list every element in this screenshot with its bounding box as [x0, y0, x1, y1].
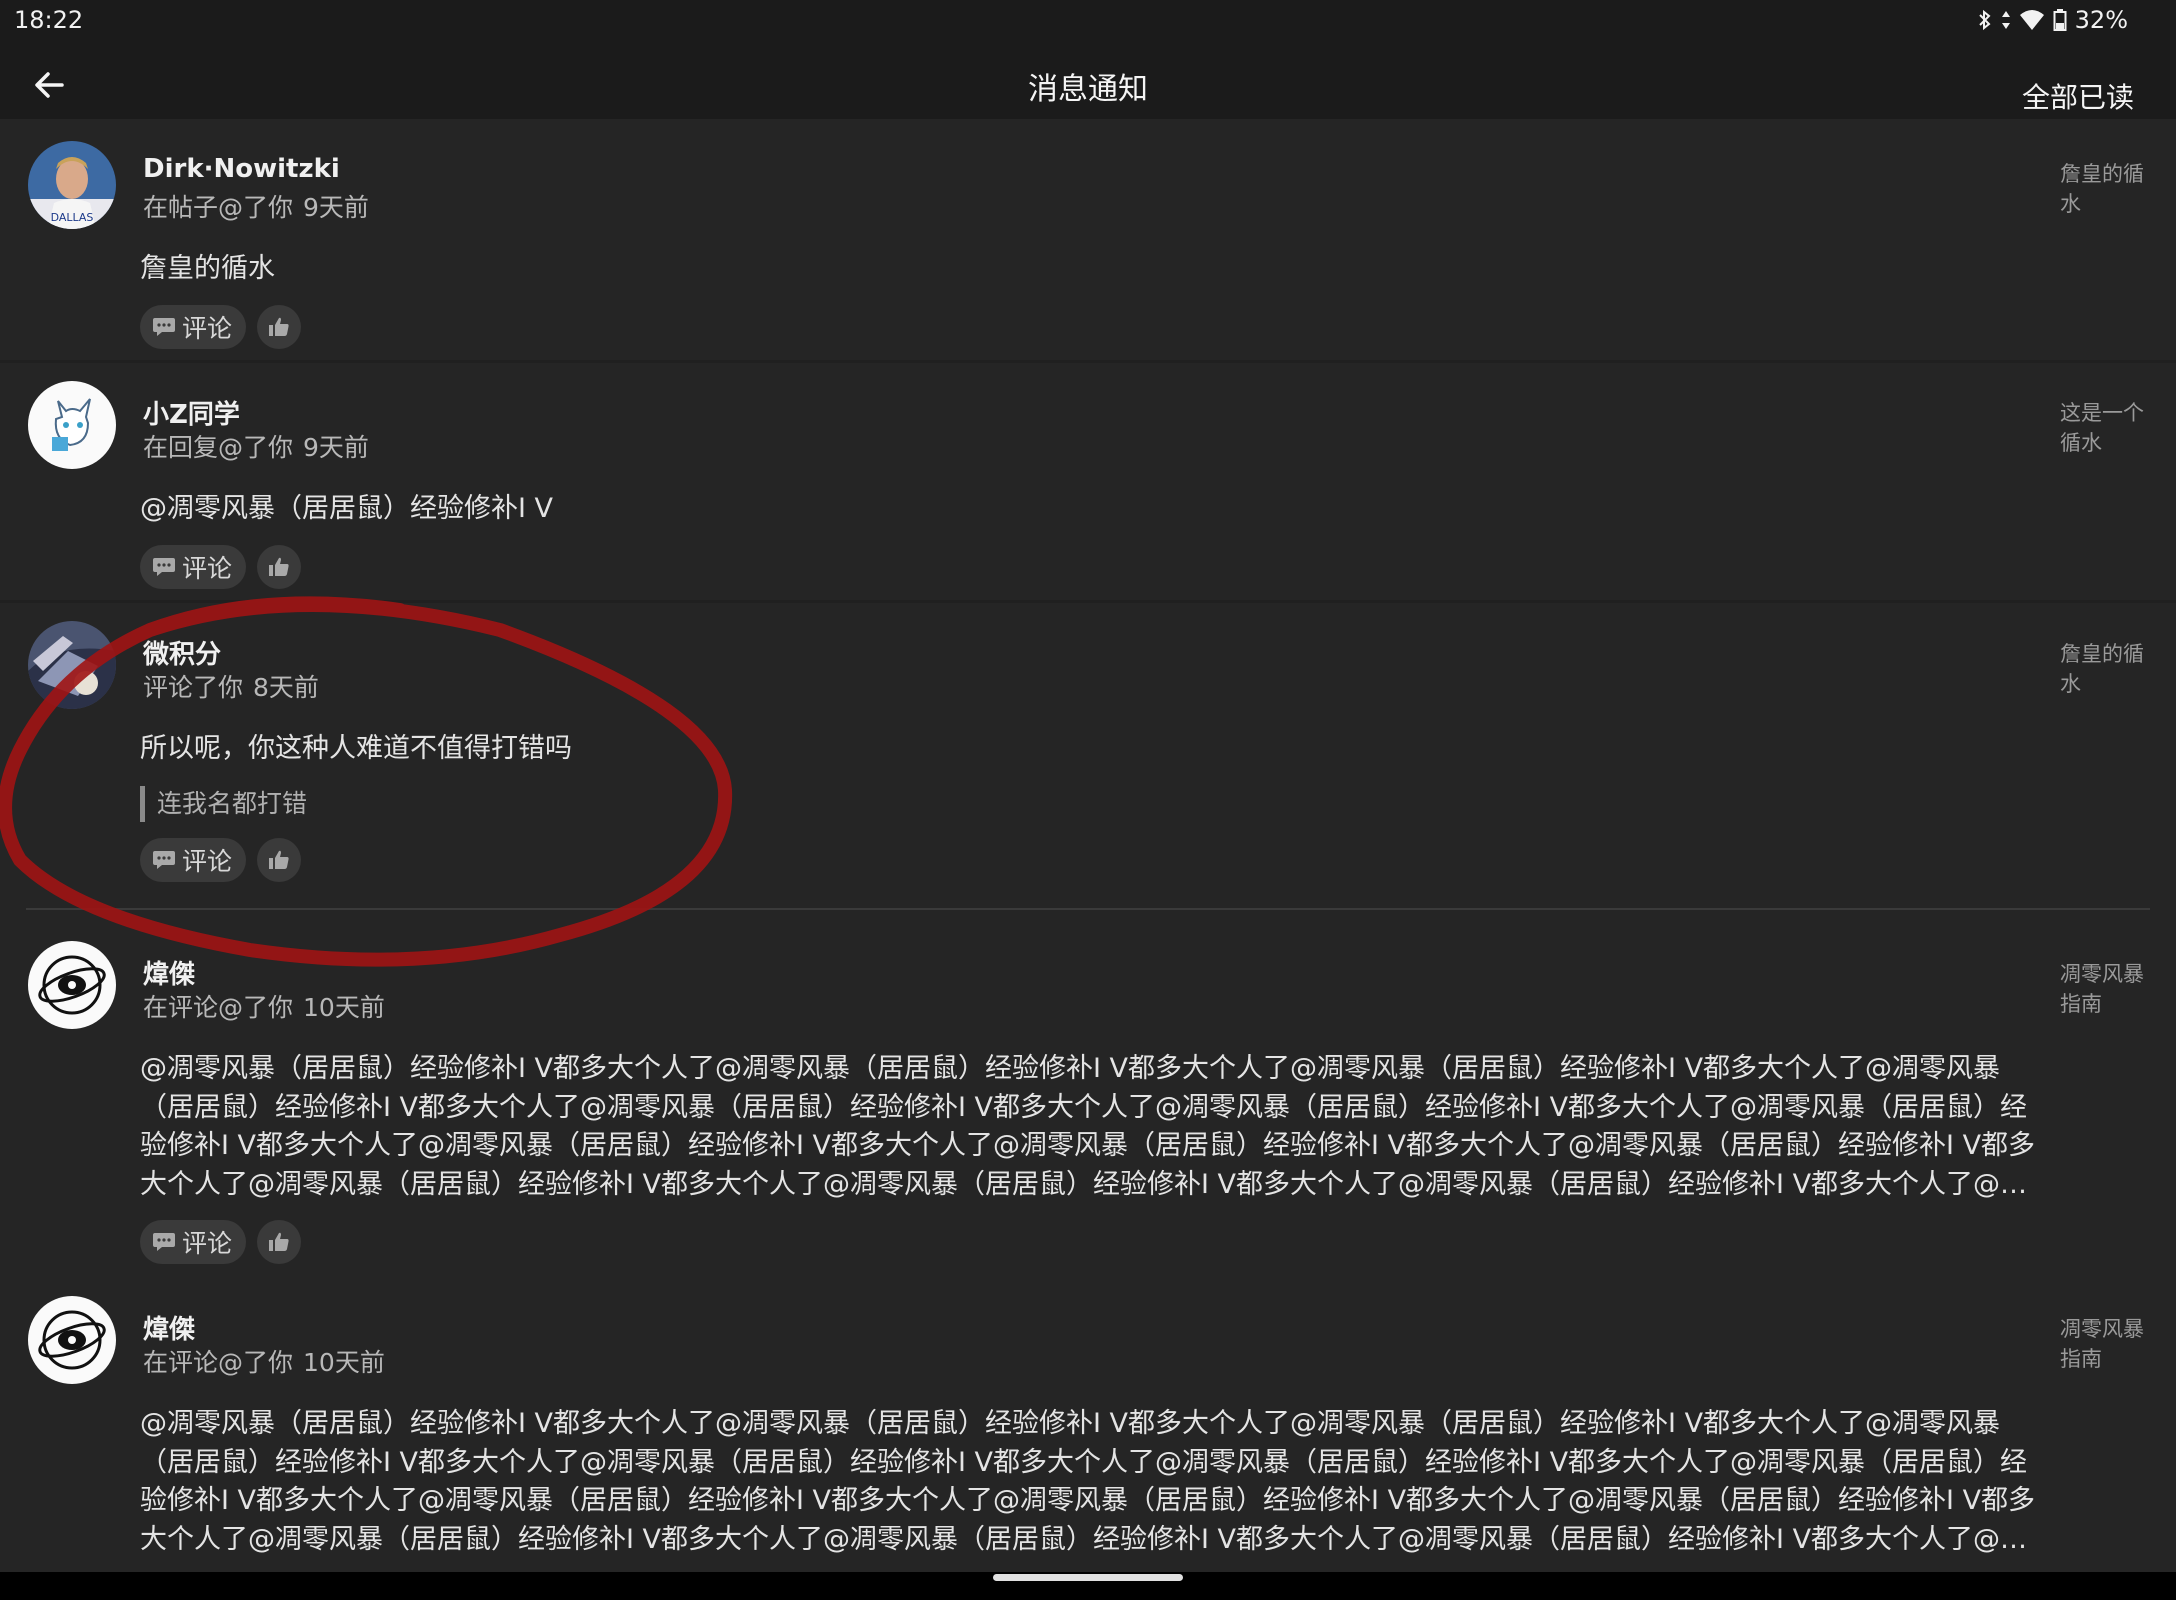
- comment-icon: [153, 558, 175, 576]
- mark-all-read-button[interactable]: 全部已读: [2022, 76, 2134, 116]
- notification-content: @凋零风暴（居居鼠）经验修补I V都多大个人了@凋零风暴（居居鼠）经验修补I V…: [140, 1053, 2036, 1200]
- avatar[interactable]: [28, 621, 116, 709]
- avatar[interactable]: [28, 941, 116, 1029]
- comment-label: 评论: [182, 1229, 233, 1258]
- username[interactable]: 微积分: [143, 634, 221, 671]
- action-text: 评论了你: [143, 673, 244, 702]
- like-button[interactable]: [257, 545, 301, 589]
- time-ago: 10天前: [303, 993, 385, 1022]
- status-time: 18:22: [14, 6, 84, 34]
- action-text: 在评论@了你: [143, 1348, 294, 1377]
- battery-percent: 32%: [2074, 6, 2128, 34]
- time-ago: 9天前: [303, 193, 369, 222]
- notifications-screen: 18:22 32% 消息通知 全部已读 DALLAS Dirk·Nowitzki…: [0, 0, 2176, 1600]
- comment-icon: [153, 318, 175, 336]
- wifi-icon: [2019, 9, 2045, 31]
- comment-label: 评论: [182, 847, 233, 876]
- thumbs-up-icon: [269, 317, 289, 336]
- notification-meta: 在评论@了你 10天前: [143, 1343, 385, 1379]
- svg-text:DALLAS: DALLAS: [51, 211, 94, 224]
- thumbs-up-icon: [269, 850, 289, 869]
- thumbs-up-icon: [269, 1232, 289, 1251]
- thumbs-up-icon: [269, 557, 289, 576]
- avatar[interactable]: [28, 1296, 116, 1384]
- like-button[interactable]: [257, 838, 301, 882]
- avatar[interactable]: [28, 381, 116, 469]
- comment-button[interactable]: 评论: [140, 545, 247, 589]
- action-text: 在帖子@了你: [143, 193, 294, 222]
- action-text: 在回复@了你: [143, 433, 294, 462]
- like-button[interactable]: [257, 1220, 301, 1264]
- comment-button[interactable]: 评论: [140, 838, 247, 882]
- reference-post[interactable]: 凋零风暴指南: [2060, 1314, 2152, 1374]
- reference-post[interactable]: 凋零风暴指南: [2060, 959, 2152, 1019]
- app-bar: 消息通知 全部已读: [0, 44, 2176, 119]
- comment-label: 评论: [182, 314, 233, 343]
- time-ago: 10天前: [303, 1348, 385, 1377]
- status-bar: 18:22 32%: [0, 0, 2176, 44]
- notification-content: @凋零风暴（居居鼠）经验修补I V都多大个人了@凋零风暴（居居鼠）经验修补I V…: [140, 1408, 2036, 1555]
- bluetooth-icon: [1977, 8, 1993, 32]
- reference-post[interactable]: 詹皇的循水: [2060, 639, 2152, 699]
- data-arrows-icon: [2001, 8, 2011, 32]
- reference-post[interactable]: 詹皇的循水: [2060, 159, 2152, 219]
- time-ago: 8天前: [253, 673, 319, 702]
- comment-button[interactable]: 评论: [140, 1220, 247, 1264]
- comment-label: 评论: [182, 554, 233, 583]
- notification-content: 所以呢，你这种人难道不值得打错吗: [140, 733, 572, 764]
- comment-button[interactable]: 评论: [140, 305, 247, 349]
- annotation-circle: [0, 596, 733, 967]
- username[interactable]: 煒傑: [143, 1309, 195, 1346]
- reference-post[interactable]: 这是一个循水: [2060, 398, 2152, 458]
- quoted-text: 连我名都打错: [140, 786, 307, 822]
- comment-icon: [153, 851, 175, 869]
- username[interactable]: 煒傑: [143, 954, 195, 991]
- notification-meta: 评论了你 8天前: [143, 668, 319, 704]
- notification-meta: 在评论@了你 10天前: [143, 988, 385, 1024]
- divider: [0, 360, 2176, 363]
- comment-icon: [153, 1233, 175, 1251]
- like-button[interactable]: [257, 305, 301, 349]
- status-icons: 32%: [1977, 6, 2128, 34]
- avatar[interactable]: DALLAS: [28, 141, 116, 229]
- action-text: 在评论@了你: [143, 993, 294, 1022]
- time-ago: 9天前: [303, 433, 369, 462]
- notification-meta: 在回复@了你 9天前: [143, 428, 369, 464]
- notification-content: 詹皇的循水: [140, 253, 275, 284]
- notification-content: @凋零风暴（居居鼠）经验修补I V: [140, 493, 554, 524]
- battery-icon: [2053, 8, 2067, 32]
- divider: [0, 600, 2176, 603]
- username[interactable]: Dirk·Nowitzki: [143, 154, 340, 184]
- username[interactable]: 小Z同学: [143, 394, 240, 431]
- home-gesture-handle[interactable]: [993, 1574, 1183, 1581]
- divider: [26, 908, 2150, 910]
- notification-meta: 在帖子@了你 9天前: [143, 188, 369, 224]
- page-title: 消息通知: [1028, 72, 1148, 107]
